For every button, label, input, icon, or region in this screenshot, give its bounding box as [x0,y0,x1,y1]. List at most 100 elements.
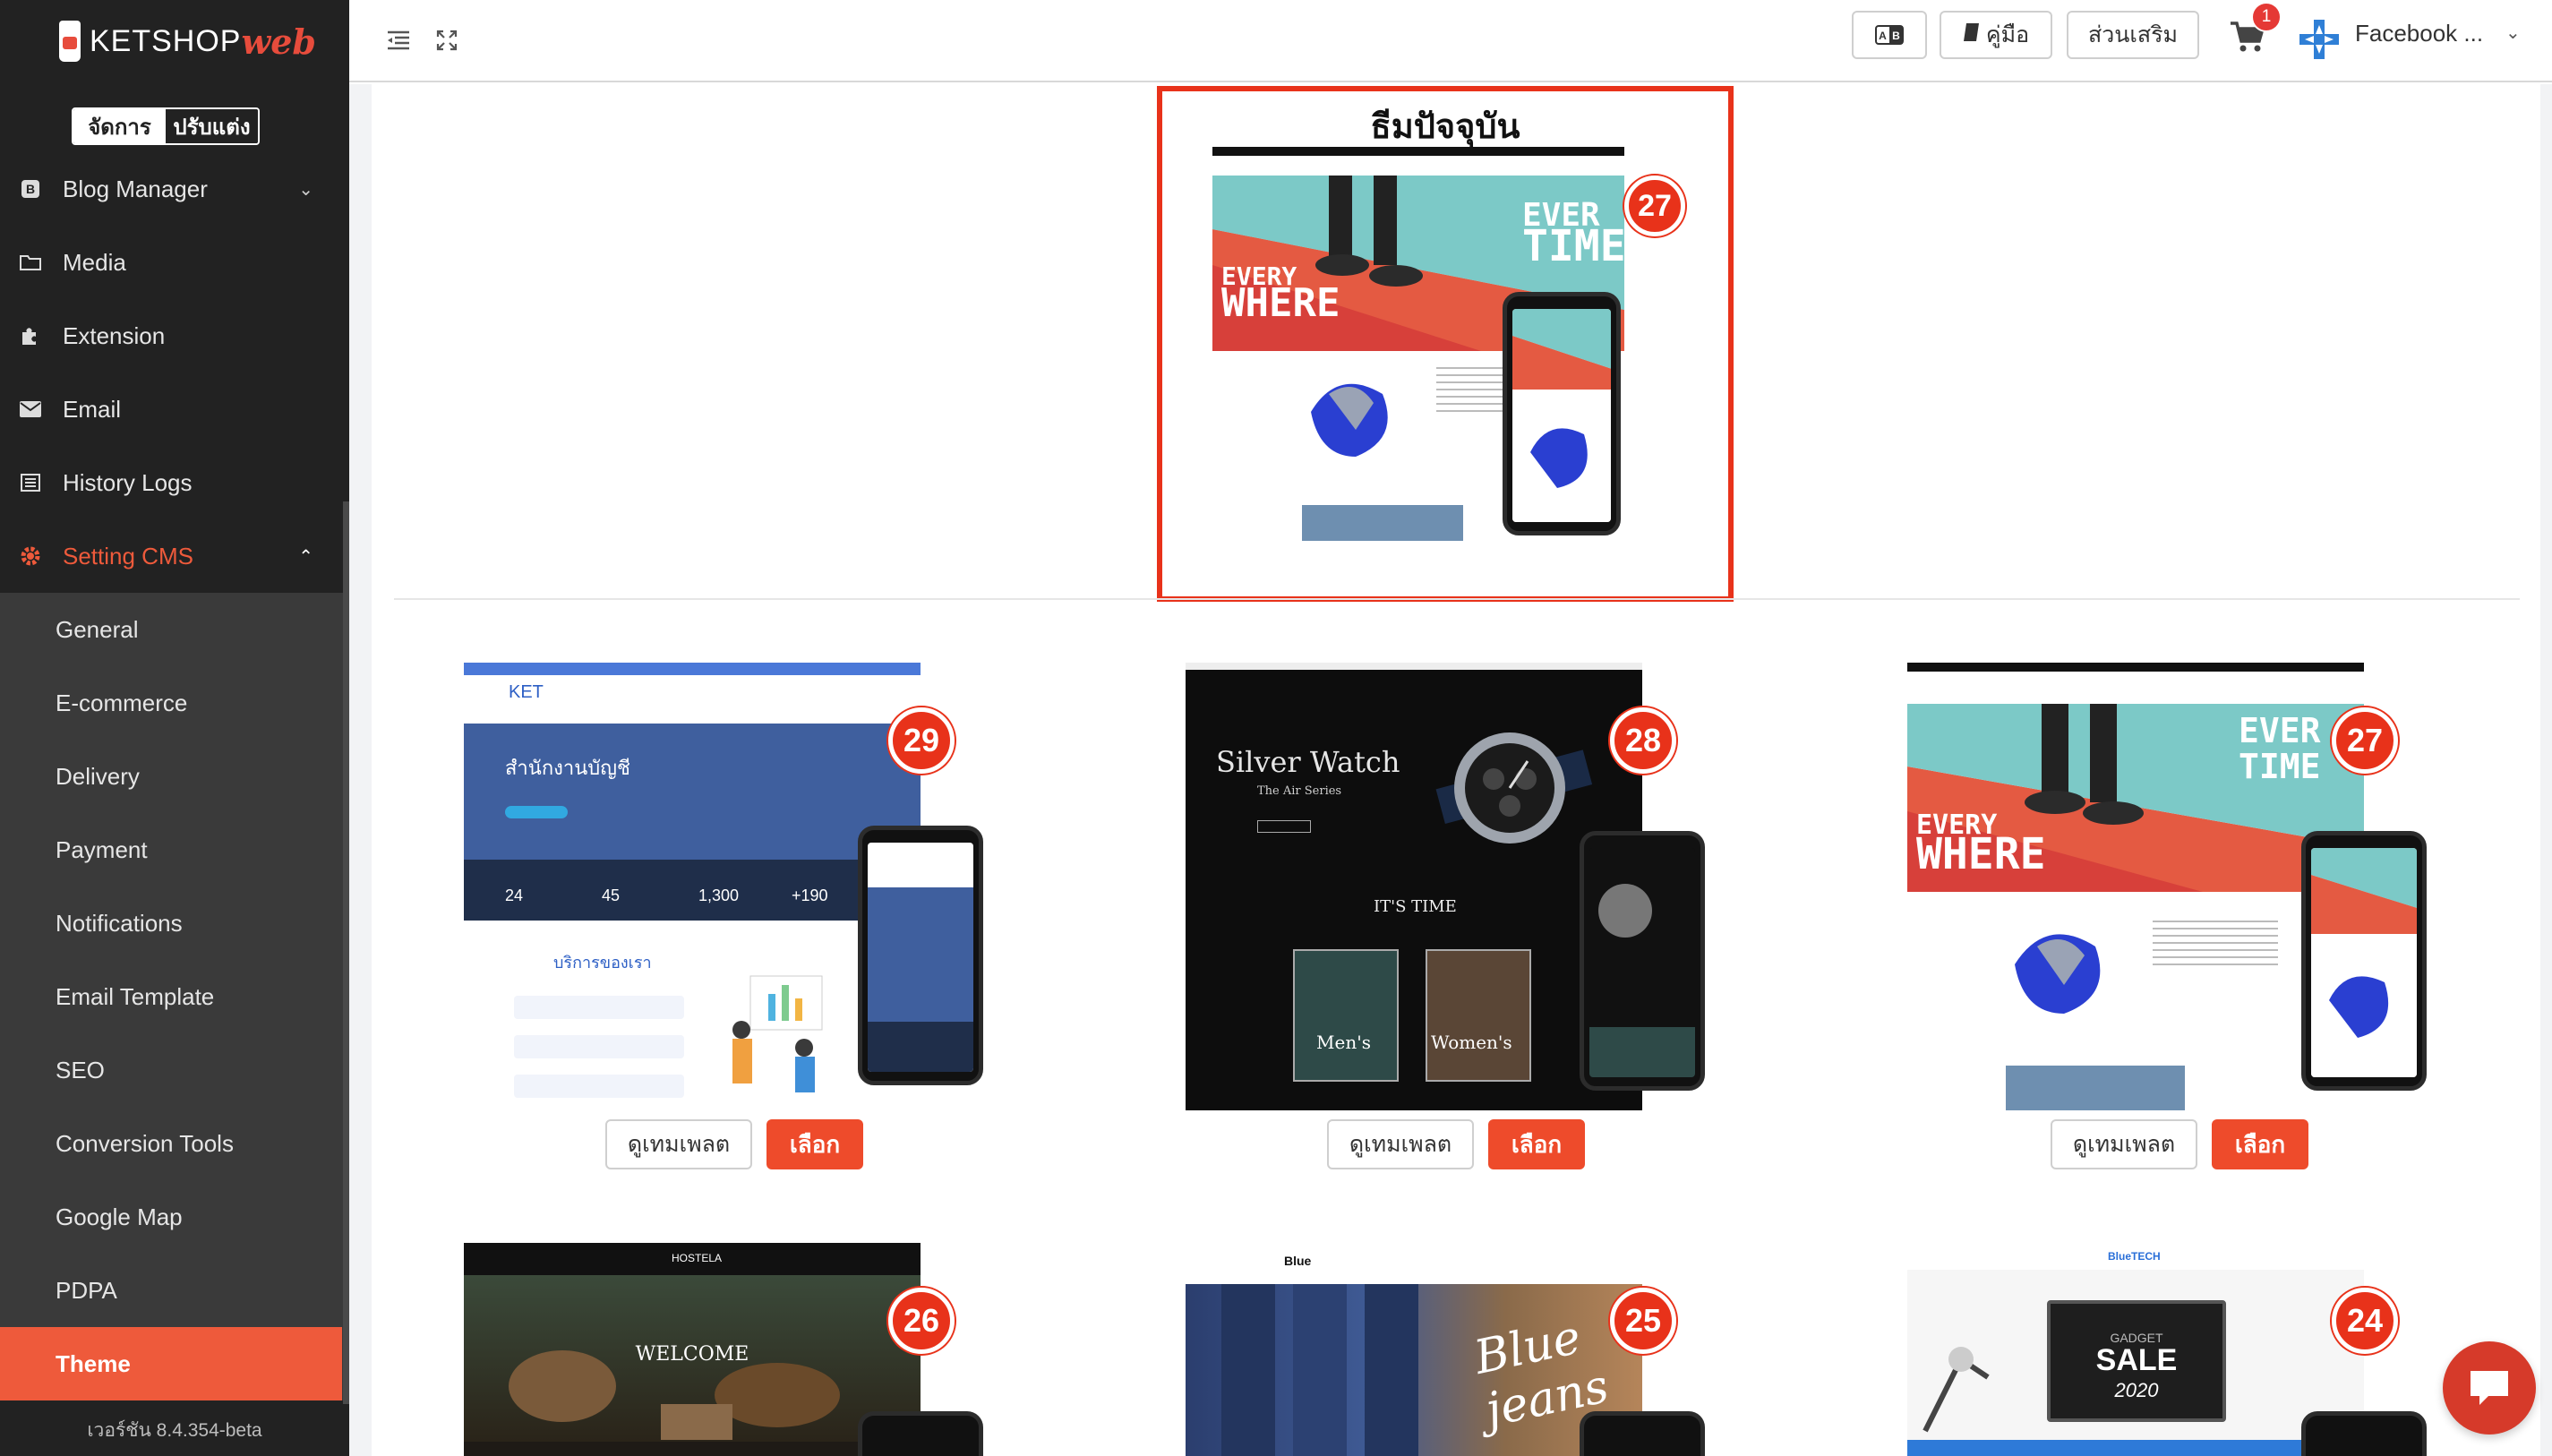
version-label: เวอร์ชัน 8.4.354-beta [0,1404,349,1456]
select-theme-button[interactable]: เลือก [2212,1119,2308,1169]
theme-29-actions: ดูเทมเพลต เลือก [605,1119,863,1169]
theme-27-phone [2301,831,2427,1091]
theme-card-25: Blue Blue jeans 25 [1186,1243,1705,1456]
book-icon [1963,22,1981,48]
chat-button[interactable] [2443,1341,2536,1435]
hero-text-where: WHERE [1916,829,2046,879]
content-gutter-right [2540,84,2552,1456]
sidebar-item-label: Email [63,395,122,423]
theme-29-preview[interactable]: KET สำนักงานบัญชี 24 45 1,300 +190 บริกา… [464,663,921,1110]
sidebar-item-email-template[interactable]: Email Template [0,960,349,1033]
sidebar-item-delivery[interactable]: Delivery [0,740,349,813]
topbar: AB คู่มือ ส่วนเสริม 1 Facebook ... ⌄ [349,0,2552,82]
chevron-up-icon: ⌃ [298,546,313,567]
theme-card-29: KET สำนักงานบัญชี 24 45 1,300 +190 บริกา… [464,663,983,1110]
theme-28-actions: ดูเทมเพลต เลือก [1327,1119,1585,1169]
chevron-down-icon: ⌄ [298,179,313,200]
collapse-sidebar-icon[interactable] [378,20,419,61]
theme-number-badge: 24 [2332,1288,2398,1354]
addons-button[interactable]: ส่วนเสริม [2067,11,2199,59]
sidebar-item-media[interactable]: Media [0,226,349,299]
sidebar-item-theme[interactable]: Theme [0,1327,342,1400]
brand-logo[interactable]: KETSHOP web [0,0,349,82]
account-name[interactable]: Facebook ... [2355,20,2483,47]
svg-text:B: B [26,182,35,196]
content-gutter-left [349,84,372,1456]
mode-customize-button[interactable]: ปรับแต่ง [166,109,258,143]
sidebar-item-email[interactable]: Email [0,373,349,446]
current-theme-phone [1503,292,1621,535]
theme-card-24: BlueTECH GADGET SALE 2020 24 [1907,1243,2427,1456]
preview-template-button[interactable]: ดูเทมเพลต [605,1119,752,1169]
sidebar-item-ecommerce[interactable]: E-commerce [0,666,349,740]
list-icon [20,472,41,493]
sidebar-item-blog-manager[interactable]: B Blog Manager ⌄ [0,152,349,226]
theme-28-preview[interactable]: Silver Watch The Air Series IT'S TIME Me… [1186,663,1642,1110]
sidebar-item-google-map[interactable]: Google Map [0,1180,349,1254]
current-theme-title: ธีมปัจจุบัน [1370,108,1520,146]
select-theme-button[interactable]: เลือก [1488,1119,1585,1169]
sidebar-item-payment[interactable]: Payment [0,813,349,886]
sidebar: KETSHOP web จัดการ ปรับแต่ง B Blog Manag… [0,0,349,1456]
language-button[interactable]: AB [1852,11,1927,59]
preview-template-button[interactable]: ดูเทมเพลต [2051,1119,2197,1169]
preview-template-button[interactable]: ดูเทมเพลต [1327,1119,1474,1169]
sidebar-item-general[interactable]: General [0,593,349,666]
sidebar-item-history-logs[interactable]: History Logs [0,446,349,519]
theme-26-phone [858,1411,983,1456]
theme-25-phone [1580,1411,1705,1456]
sidebar-nav: B Blog Manager ⌄ Media Extension Email H… [0,152,349,1400]
app-root: KETSHOP web จัดการ ปรับแต่ง B Blog Manag… [0,0,2552,1456]
sidebar-item-label: Extension [63,321,166,349]
account-avatar-icon[interactable] [2298,18,2341,61]
chevron-down-icon[interactable]: ⌄ [2505,21,2521,44]
envelope-icon [20,398,41,420]
mode-toggle: จัดการ ปรับแต่ง [72,107,260,145]
theme-card-28: Silver Watch The Air Series IT'S TIME Me… [1186,663,1705,1110]
sidebar-scrollbar[interactable] [343,501,349,1456]
setting-cms-submenu: General E-commerce Delivery Payment Noti… [0,593,349,1400]
theme-24-preview[interactable]: BlueTECH GADGET SALE 2020 [1907,1243,2364,1456]
sidebar-item-label: Setting CMS [63,542,193,570]
cart-count-badge: 1 [2251,2,2282,32]
sidebar-item-notifications[interactable]: Notifications [0,886,349,960]
mode-manage-button[interactable]: จัดการ [73,109,166,143]
theme-number-badge: 29 [888,707,955,774]
manual-button[interactable]: คู่มือ [1940,11,2052,59]
fullscreen-icon[interactable] [426,20,467,61]
select-theme-button[interactable]: เลือก [766,1119,863,1169]
blog-icon: B [20,178,41,200]
sidebar-item-pdpa[interactable]: PDPA [0,1254,349,1327]
sidebar-item-seo[interactable]: SEO [0,1033,349,1107]
theme-card-27: EVERY WHERE EVER TIME 27 [1907,663,2427,1110]
brand-name: KETSHOP [90,23,242,58]
theme-number-badge: 27 [1624,176,1685,236]
theme-number-badge: 25 [1610,1288,1676,1354]
manual-label: คู่มือ [1985,22,2030,47]
theme-27-preview[interactable]: EVERY WHERE EVER TIME [1907,663,2364,1110]
sidebar-item-conversion-tools[interactable]: Conversion Tools [0,1107,349,1180]
theme-27-actions: ดูเทมเพลต เลือก [2051,1119,2308,1169]
sidebar-item-label: Media [63,248,126,276]
language-icon: AB [1875,25,1904,45]
gear-icon [20,545,41,567]
cup-logo-icon [59,21,81,62]
theme-24-phone [2301,1411,2427,1456]
current-theme-card: ธีมปัจจุบัน EVER TIME EVERY WHERE 27 [1157,86,1734,602]
theme-29-phone [858,826,983,1085]
sidebar-item-label: Blog Manager [63,175,208,202]
folder-icon [20,252,41,273]
svg-text:B: B [1892,30,1900,42]
theme-25-preview[interactable]: Blue Blue jeans [1186,1243,1642,1456]
sidebar-item-extension[interactable]: Extension [0,299,349,373]
brand-suffix: web [241,21,316,62]
hero-text-left: EVERY WHERE [1221,261,1340,326]
theme-28-phone [1580,831,1705,1091]
svg-text:A: A [1879,30,1887,42]
sidebar-item-setting-cms[interactable]: Setting CMS ⌃ [0,519,349,593]
theme-number-badge: 28 [1610,707,1676,774]
hero-text-right: EVER TIME [1522,197,1626,271]
sidebar-item-label: History Logs [63,468,193,496]
theme-26-preview[interactable]: HOSTELA WELCOME [464,1243,921,1456]
theme-number-badge: 27 [2332,707,2398,774]
